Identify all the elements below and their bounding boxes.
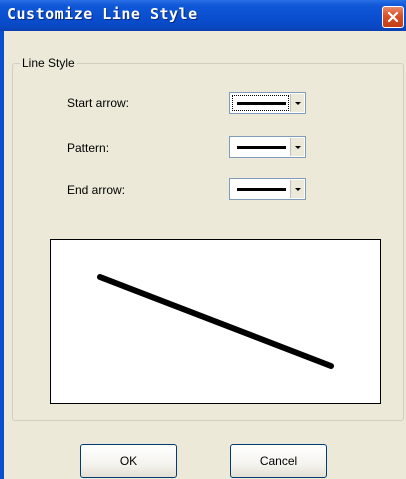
ok-button[interactable]: OK — [80, 444, 177, 478]
window-left-border — [0, 31, 4, 479]
end-arrow-selected-value — [230, 179, 291, 199]
window-title: Customize Line Style — [7, 5, 198, 23]
preview-line-drawing — [97, 274, 334, 369]
cancel-button[interactable]: Cancel — [230, 444, 327, 478]
solid-line-swatch — [237, 102, 286, 105]
end-arrow-dropdown[interactable] — [229, 178, 306, 200]
start-arrow-label: Start arrow: — [67, 96, 130, 110]
title-bar[interactable]: Customize Line Style — [0, 0, 406, 31]
pattern-selected-value — [230, 137, 291, 157]
pattern-dropdown-button[interactable] — [290, 138, 304, 156]
line-preview-pane — [50, 239, 381, 404]
start-arrow-selected-value — [230, 93, 291, 113]
chevron-down-icon — [295, 102, 301, 105]
line-style-group-label: Line Style — [20, 56, 77, 70]
customize-line-style-dialog: Customize Line Style Line Style Start ar… — [0, 0, 406, 479]
close-icon — [387, 11, 399, 23]
preview-line — [97, 274, 334, 369]
start-arrow-dropdown[interactable] — [229, 92, 306, 114]
end-arrow-dropdown-button[interactable] — [290, 180, 304, 198]
solid-line-swatch — [237, 188, 286, 191]
solid-line-swatch — [237, 146, 286, 149]
end-arrow-label: End arrow: — [67, 183, 126, 197]
start-arrow-dropdown-button[interactable] — [290, 94, 304, 112]
close-button[interactable] — [382, 6, 404, 28]
chevron-down-icon — [295, 188, 301, 191]
chevron-down-icon — [295, 146, 301, 149]
pattern-dropdown[interactable] — [229, 136, 306, 158]
pattern-label: Pattern: — [67, 141, 110, 155]
